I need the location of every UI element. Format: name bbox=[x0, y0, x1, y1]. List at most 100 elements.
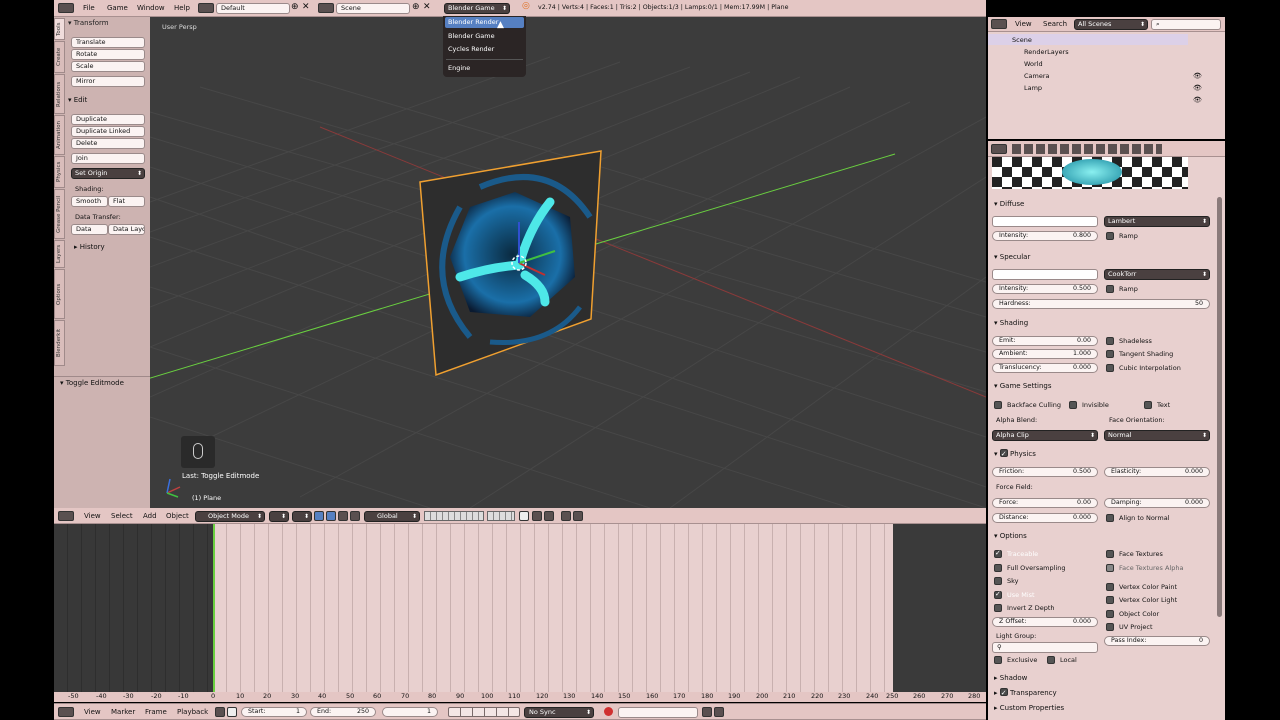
layers-grid-2[interactable] bbox=[487, 511, 515, 521]
outliner-item-scene[interactable]: Scene bbox=[1012, 35, 1032, 45]
menu-add[interactable]: Add bbox=[138, 508, 162, 524]
smooth-button[interactable]: Smooth bbox=[71, 196, 108, 207]
specular-header[interactable]: ▾ Specular bbox=[994, 251, 1030, 263]
invert-z-checkbox[interactable] bbox=[994, 604, 1002, 612]
sync-selector[interactable]: No Sync bbox=[524, 707, 594, 718]
z-offset-field[interactable]: Z Offset: 0.000 bbox=[992, 617, 1098, 627]
traceable-checkbox[interactable] bbox=[994, 549, 1002, 558]
tab-blenderkit[interactable]: Blenderkit bbox=[54, 320, 65, 366]
timeline-editor-icon[interactable] bbox=[58, 707, 74, 717]
lock-icon[interactable] bbox=[519, 511, 529, 521]
layout-icon[interactable] bbox=[198, 3, 214, 13]
diffuse-header[interactable]: ▾ Diffuse bbox=[994, 198, 1024, 210]
pivot-selector[interactable] bbox=[292, 511, 312, 522]
full-oversampling-checkbox[interactable] bbox=[994, 564, 1002, 572]
layout-close-icon[interactable]: ✕ bbox=[302, 2, 310, 12]
face-textures-checkbox[interactable] bbox=[1106, 550, 1114, 558]
lock-range-icon[interactable] bbox=[227, 707, 237, 717]
scene-add-icon[interactable]: ⊕ bbox=[412, 2, 420, 12]
diffuse-ramp-checkbox[interactable] bbox=[1106, 232, 1114, 240]
force-field[interactable]: Force: 0.00 bbox=[992, 498, 1098, 508]
eye-icon[interactable]: 👁 bbox=[1193, 84, 1202, 92]
menu-help[interactable]: Help bbox=[169, 0, 195, 16]
camera-render-icon[interactable] bbox=[573, 511, 583, 521]
engine-selector[interactable]: Blender Game bbox=[444, 3, 510, 14]
viewport-3d[interactable]: User Persp Last: Toggle Editmode (1) Pla… bbox=[150, 17, 986, 508]
backface-checkbox[interactable] bbox=[994, 401, 1002, 409]
timeline-menu-view[interactable]: View bbox=[79, 704, 106, 720]
context-tabs[interactable] bbox=[1012, 144, 1162, 154]
distance-field[interactable]: Distance: 0.000 bbox=[992, 513, 1098, 523]
outliner-item-renderlayers[interactable]: RenderLayers bbox=[1024, 47, 1069, 57]
insert-key-icon[interactable] bbox=[702, 707, 712, 717]
ambient-field[interactable]: Ambient: 1.000 bbox=[992, 349, 1098, 359]
properties-scrollbar[interactable] bbox=[1217, 197, 1222, 617]
eye-icon[interactable]: 👁 bbox=[1193, 96, 1202, 104]
specular-intensity[interactable]: Intensity: 0.500 bbox=[992, 284, 1098, 294]
timeline-menu-frame[interactable]: Frame bbox=[140, 704, 172, 720]
face-textures-alpha-checkbox[interactable] bbox=[1106, 564, 1114, 572]
outliner-editor-icon[interactable] bbox=[991, 19, 1007, 29]
editor-type-icon[interactable] bbox=[58, 511, 74, 521]
flat-button[interactable]: Flat bbox=[108, 196, 145, 207]
outliner-menu-search[interactable]: Search bbox=[1038, 17, 1072, 31]
scale-manip-icon[interactable] bbox=[350, 511, 360, 521]
custom-properties-header[interactable]: ▸ Custom Properties bbox=[994, 702, 1064, 714]
object-color-checkbox[interactable] bbox=[1106, 610, 1114, 618]
end-frame-field[interactable]: End: 250 bbox=[310, 707, 376, 717]
manipulator-icon[interactable] bbox=[314, 511, 324, 521]
set-origin-selector[interactable]: Set Origin bbox=[71, 168, 145, 179]
eye-icon[interactable]: 👁 bbox=[1193, 72, 1202, 80]
history-panel-header[interactable]: ▸ History bbox=[74, 241, 105, 253]
pass-index-field[interactable]: Pass Index: 0 bbox=[1104, 636, 1210, 646]
vc-paint-checkbox[interactable] bbox=[1106, 583, 1114, 591]
tab-options[interactable]: Options bbox=[54, 269, 65, 319]
translate-button[interactable]: Translate bbox=[71, 37, 145, 48]
shadeless-checkbox[interactable] bbox=[1106, 337, 1114, 345]
diffuse-shader-selector[interactable]: Lambert bbox=[1104, 216, 1210, 227]
timeline-menu-playback[interactable]: Playback bbox=[172, 704, 213, 720]
tab-create[interactable]: Create bbox=[54, 41, 65, 73]
rotate-button[interactable]: Rotate bbox=[71, 49, 145, 60]
layers-grid[interactable] bbox=[424, 511, 484, 521]
exclusive-checkbox[interactable] bbox=[994, 656, 1002, 664]
text-checkbox[interactable] bbox=[1144, 401, 1152, 409]
diffuse-color[interactable] bbox=[992, 216, 1098, 227]
tangent-checkbox[interactable] bbox=[1106, 350, 1114, 358]
current-frame-field[interactable]: 1 bbox=[382, 707, 438, 717]
outliner-item-camera[interactable]: Camera bbox=[1024, 71, 1050, 81]
engine-option-blender-render[interactable]: Blender Render bbox=[445, 17, 524, 28]
keying-set-field[interactable] bbox=[618, 707, 698, 718]
outliner-item-world[interactable]: World bbox=[1024, 59, 1043, 69]
menu-window[interactable]: Window bbox=[132, 0, 170, 16]
engine-option-cycles[interactable]: Cycles Render bbox=[448, 45, 494, 53]
shadow-header[interactable]: ▸ Shadow bbox=[994, 672, 1027, 684]
translucency-field[interactable]: Translucency: 0.000 bbox=[992, 363, 1098, 373]
diffuse-intensity[interactable]: Intensity: 0.800 bbox=[992, 231, 1098, 241]
specular-shader-selector[interactable]: CookTorr bbox=[1104, 269, 1210, 280]
menu-select[interactable]: Select bbox=[106, 508, 138, 524]
transparency-checkbox[interactable] bbox=[999, 687, 1008, 699]
snap-icon[interactable] bbox=[544, 511, 554, 521]
tab-animation[interactable]: Animation bbox=[54, 115, 65, 155]
duplicate-button[interactable]: Duplicate bbox=[71, 114, 145, 125]
info-editor-icon[interactable] bbox=[58, 3, 74, 13]
menu-game[interactable]: Game bbox=[102, 0, 133, 16]
damping-field[interactable]: Damping: 0.000 bbox=[1104, 498, 1210, 508]
shading-header[interactable]: ▾ Shading bbox=[994, 317, 1028, 329]
record-icon[interactable] bbox=[604, 707, 613, 716]
engine-option-blender-game[interactable]: Blender Game bbox=[448, 32, 495, 40]
menu-file[interactable]: File bbox=[78, 0, 100, 16]
vc-light-checkbox[interactable] bbox=[1106, 596, 1114, 604]
delete-key-icon[interactable] bbox=[714, 707, 724, 717]
sky-checkbox[interactable] bbox=[994, 577, 1002, 585]
scene-close-icon[interactable]: ✕ bbox=[423, 2, 431, 12]
duplicate-linked-button[interactable]: Duplicate Linked bbox=[71, 126, 145, 137]
operator-panel-header[interactable]: ▾ Toggle Editmode bbox=[60, 377, 124, 389]
edit-panel-header[interactable]: ▾ Edit bbox=[68, 94, 87, 106]
translate-manip-icon[interactable] bbox=[326, 511, 336, 521]
game-settings-header[interactable]: ▾ Game Settings bbox=[994, 380, 1052, 392]
render-icon[interactable] bbox=[561, 511, 571, 521]
timeline-area[interactable] bbox=[54, 524, 986, 692]
uv-project-checkbox[interactable] bbox=[1106, 623, 1114, 631]
